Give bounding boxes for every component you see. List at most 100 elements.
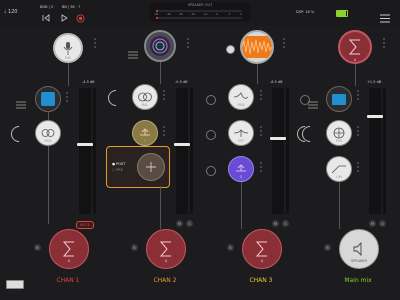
chan2-post-option[interactable]: ● POST: [112, 162, 125, 166]
chan3-fader-thumb[interactable]: [270, 137, 286, 141]
main-src-label: A: [353, 58, 357, 62]
chan1-send-a[interactable]: [49, 229, 89, 269]
main-fader-thumb[interactable]: [367, 115, 383, 119]
main-dots[interactable]: [383, 38, 386, 50]
chan3-mute-button[interactable]: M: [272, 220, 279, 227]
chan2-fx2-dots[interactable]: [163, 126, 166, 138]
play-button[interactable]: [58, 12, 70, 24]
chan1-menu-button[interactable]: [16, 94, 26, 113]
chan2-add-insert-button[interactable]: [137, 153, 165, 181]
hamburger-icon: [308, 101, 318, 109]
main-connector-2: [339, 182, 340, 229]
meter-scale: -96 -48 -36 -24 -12 -6 -3 0: [154, 13, 242, 17]
chan2-dots[interactable]: [187, 38, 190, 50]
chan1-db-readout: -4.5 dB: [82, 80, 95, 84]
chan3-fx2-dots[interactable]: [260, 126, 263, 138]
chan2-insert-panel[interactable]: ● POST ○ PRE: [106, 146, 170, 188]
meter-scale-tick: -48: [166, 13, 171, 16]
chan2-mute-button[interactable]: M: [176, 220, 183, 227]
main-fx-dots[interactable]: [357, 90, 360, 102]
menu-button[interactable]: [380, 8, 390, 27]
main-out-b[interactable]: B: [324, 244, 331, 251]
position-line-2: BB | 36 · 7: [62, 5, 81, 9]
chan2-pre-option[interactable]: ○ PRE: [112, 168, 123, 172]
chan2-connector-2: [160, 186, 161, 229]
chan2-knob-3[interactable]: [206, 166, 216, 176]
chan2-balance-arc[interactable]: [104, 86, 128, 110]
chan2-level-meter: [190, 88, 193, 214]
chan2-fader-thumb[interactable]: [174, 143, 190, 147]
chan1-connector: [68, 63, 69, 86]
main-fx1-label: M/S: [335, 139, 343, 143]
filter-icon: [234, 129, 248, 137]
chan1-pan-arc[interactable]: [7, 122, 31, 146]
chan3-solo-button[interactable]: S: [282, 220, 289, 227]
record-button[interactable]: [74, 12, 86, 24]
chan2-fx2-label: R: [143, 139, 147, 143]
chan2-knob-1[interactable]: [206, 95, 216, 105]
chan2-name: CHAN 2: [153, 277, 177, 284]
main-speaker-output[interactable]: [339, 229, 379, 269]
chan2-knob-2[interactable]: [206, 130, 216, 140]
chan3-dots[interactable]: [283, 38, 286, 50]
rewind-button[interactable]: [40, 12, 52, 24]
main-connector: [355, 64, 356, 86]
chan1-level-meter: [93, 88, 96, 214]
chan1-send-b[interactable]: B: [34, 244, 41, 251]
chan1-fx-label: PAN: [44, 139, 52, 143]
main-menu-button[interactable]: [308, 94, 318, 113]
chan1-fx-plugin[interactable]: [35, 86, 61, 112]
chan3-connector: [257, 64, 258, 84]
main-fx2-dots[interactable]: [357, 162, 360, 174]
main-fx1-dots[interactable]: [357, 126, 360, 138]
main-fx-plugin[interactable]: [326, 86, 352, 112]
keyboard-button[interactable]: [6, 280, 24, 294]
position-line-1: BDB | 2 ·: [40, 5, 56, 9]
dsp-readout: DSP: 18 %: [296, 10, 315, 14]
microphone-icon: [63, 41, 73, 55]
battery-icon: [336, 10, 348, 17]
chan1-fader-thumb[interactable]: [77, 143, 93, 147]
chan2-source-plugin[interactable]: [144, 30, 176, 62]
chan2-fx1-dots[interactable]: [163, 90, 166, 102]
chan1-dots[interactable]: [94, 38, 97, 50]
hamburger-icon: [128, 51, 138, 59]
eq-curve-icon: [234, 92, 248, 99]
chan2-solo-button[interactable]: S: [186, 220, 193, 227]
chan3-send-a[interactable]: [242, 229, 282, 269]
chan1-mute-button[interactable]: MUTE: [76, 221, 94, 229]
main-fx2-label: LIM: [335, 175, 342, 179]
chan3-fader-track[interactable]: [270, 88, 286, 214]
chan2-send-a[interactable]: [146, 229, 186, 269]
chan3-connector-2: [241, 182, 242, 229]
limiter-icon: [332, 165, 346, 174]
chan2-menu-button[interactable]: [128, 44, 138, 63]
chan3-fx3-dots[interactable]: [260, 162, 263, 174]
chan2-fader-track[interactable]: [174, 88, 190, 214]
chan2-send-label: A: [164, 259, 168, 263]
main-solo-button[interactable]: S: [379, 220, 386, 227]
chan3-send-b[interactable]: B: [227, 244, 234, 251]
sigma-icon: [348, 39, 360, 55]
main-level-meter: [383, 88, 386, 214]
meter-scale-tick: -6: [215, 13, 219, 16]
meter-scale-tick: -36: [178, 13, 183, 16]
main-mute-button[interactable]: M: [369, 220, 376, 227]
chan1-fader-track[interactable]: [77, 88, 93, 214]
main-fader-track[interactable]: [367, 88, 383, 214]
route-icon: [236, 164, 246, 172]
meter-scale-tick: 0: [240, 13, 242, 16]
chan3-audio-clip[interactable]: [240, 30, 274, 64]
meter-scale-tick: -3: [227, 13, 231, 16]
meter-fill-right: [156, 17, 158, 19]
sigma-icon: [255, 241, 267, 257]
chan2-connector: [160, 62, 161, 84]
speaker-out-meter: SPEAKER OUT -96 -48 -36 -24 -12 -6 -3 0: [150, 2, 250, 22]
plugin-icon: [332, 93, 346, 105]
hamburger-icon: [380, 14, 390, 23]
chan1-fx-dots[interactable]: [66, 92, 69, 104]
chan3-input-toggle[interactable]: [226, 45, 235, 54]
chan2-send-b[interactable]: B: [131, 244, 138, 251]
chan3-fx1-dots[interactable]: [260, 90, 263, 102]
tempo-display[interactable]: ♩ 120: [4, 9, 18, 15]
